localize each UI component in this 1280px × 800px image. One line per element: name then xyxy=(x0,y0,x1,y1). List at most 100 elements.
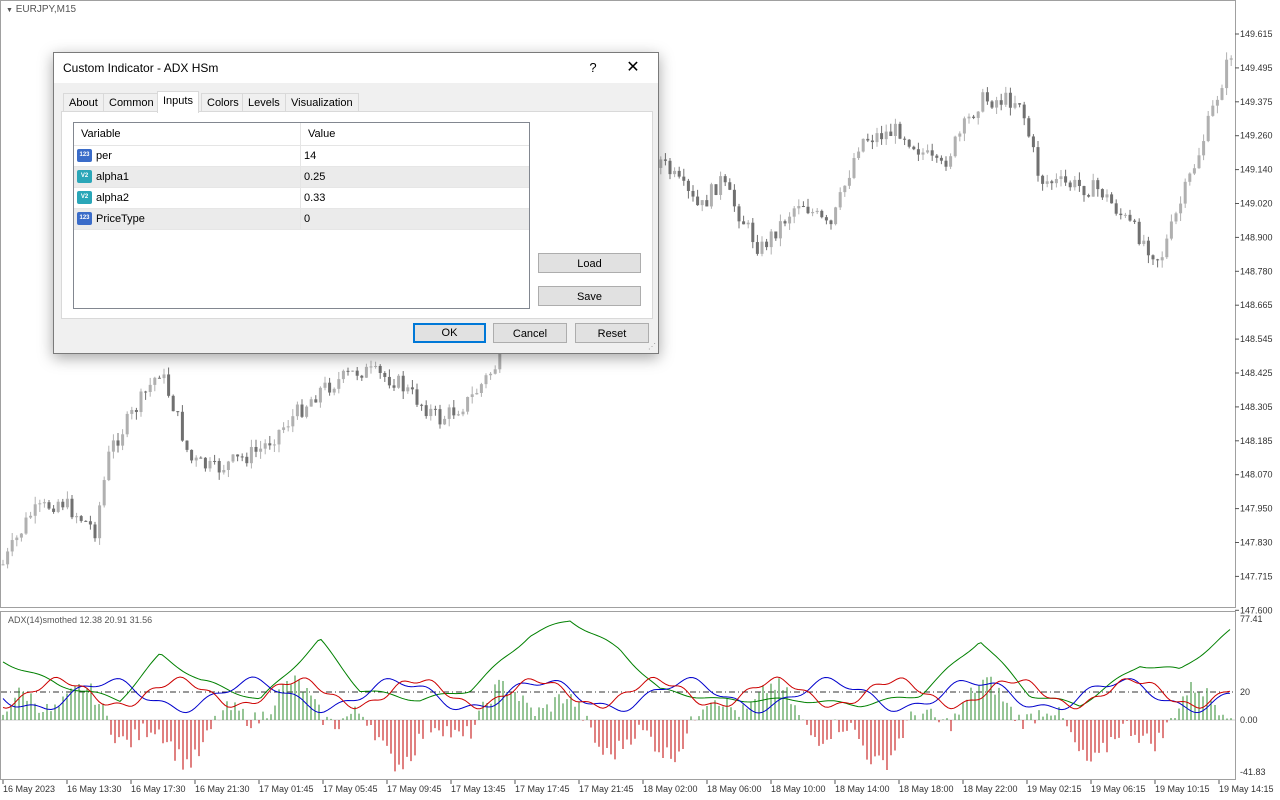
candle-body xyxy=(677,170,681,177)
candle-body xyxy=(470,394,474,397)
time-label: 18 May 14:00 xyxy=(835,784,890,794)
candle-body xyxy=(788,216,792,224)
candle-body xyxy=(452,407,456,416)
integer-icon: 123 xyxy=(77,149,92,162)
candle-body xyxy=(1169,221,1173,239)
tab-colors[interactable]: Colors xyxy=(201,93,245,112)
candle-body xyxy=(139,391,143,413)
time-label: 16 May 21:30 xyxy=(195,784,250,794)
candle-body xyxy=(990,101,994,108)
close-icon[interactable]: ✕ xyxy=(620,57,646,79)
candle-body xyxy=(240,456,244,458)
candle-body xyxy=(254,446,258,452)
candle-body xyxy=(1027,118,1031,137)
candle-body xyxy=(337,379,341,389)
table-row[interactable]: 123 PriceType 0 xyxy=(74,209,529,230)
tab-levels[interactable]: Levels xyxy=(242,93,286,112)
load-button[interactable]: Load xyxy=(538,253,641,273)
ok-button[interactable]: OK xyxy=(413,323,486,343)
time-label: 18 May 22:00 xyxy=(963,784,1018,794)
candle-body xyxy=(1054,178,1058,184)
cancel-button[interactable]: Cancel xyxy=(493,323,567,343)
candle-body xyxy=(364,366,368,378)
candle-body xyxy=(705,200,709,207)
resize-grip-icon[interactable]: ⋰ xyxy=(648,342,656,351)
candle-body xyxy=(1128,214,1132,221)
candle-body xyxy=(70,498,74,518)
candle-body xyxy=(162,374,166,379)
candle-body xyxy=(875,133,879,143)
header-variable[interactable]: Variable xyxy=(74,123,121,145)
candle-body xyxy=(751,222,755,243)
table-row[interactable]: V2 alpha1 0.25 xyxy=(74,167,529,188)
candle-body xyxy=(314,399,318,403)
row-divider xyxy=(300,167,301,187)
candle-body xyxy=(144,391,148,393)
candle-body xyxy=(222,469,226,473)
candle-body xyxy=(10,540,14,552)
candle-body xyxy=(484,375,488,385)
time-label: 17 May 17:45 xyxy=(515,784,570,794)
candle-body xyxy=(769,231,773,248)
candle-body xyxy=(1031,136,1035,148)
candle-body xyxy=(410,387,414,390)
candle-body xyxy=(1188,173,1192,182)
candle-body xyxy=(493,369,497,374)
indicator-label: 20 xyxy=(1240,687,1250,697)
candle-body xyxy=(47,502,51,509)
candle-body xyxy=(15,537,19,541)
tab-common[interactable]: Common xyxy=(103,93,160,112)
row-variable: PriceType xyxy=(96,213,145,225)
candle-body xyxy=(134,409,138,413)
candle-body xyxy=(291,416,295,427)
help-button[interactable]: ? xyxy=(580,57,606,79)
candle-body xyxy=(185,440,189,450)
price-label: 148.665 xyxy=(1240,300,1273,310)
candle-body xyxy=(203,457,207,469)
candle-body xyxy=(723,176,727,183)
candle-body xyxy=(116,440,120,446)
candle-body xyxy=(783,221,787,224)
grid-header: Variable Value xyxy=(74,123,529,146)
candle-body xyxy=(1160,257,1164,261)
candle-body xyxy=(259,448,263,452)
row-value[interactable]: 0 xyxy=(304,209,310,229)
price-label: 147.950 xyxy=(1240,504,1273,514)
candle-body xyxy=(79,516,83,521)
inputs-grid[interactable]: Variable Value 123 per 14 V2 alpha1 0.25… xyxy=(73,122,530,309)
candle-body xyxy=(157,377,161,379)
dialog-titlebar[interactable]: Custom Indicator - ADX HSm ? ✕ xyxy=(54,53,658,83)
table-row[interactable]: V2 alpha2 0.33 xyxy=(74,188,529,209)
candle-body xyxy=(1096,180,1100,190)
candle-body xyxy=(249,446,253,464)
tab-visualization[interactable]: Visualization xyxy=(285,93,359,112)
row-value[interactable]: 0.33 xyxy=(304,188,325,208)
candle-body xyxy=(415,389,419,405)
time-label: 18 May 10:00 xyxy=(771,784,826,794)
candle-body xyxy=(461,411,465,415)
candle-body xyxy=(838,192,842,208)
candle-body xyxy=(323,382,327,388)
row-variable: alpha1 xyxy=(96,171,130,183)
header-value[interactable]: Value xyxy=(301,123,335,145)
tab-inputs[interactable]: Inputs xyxy=(157,91,199,113)
row-value[interactable]: 14 xyxy=(304,146,316,166)
candle-body xyxy=(1192,168,1196,174)
candle-body xyxy=(438,409,442,425)
time-label: 19 May 02:15 xyxy=(1027,784,1082,794)
tab-about[interactable]: About xyxy=(63,93,104,112)
candle-body xyxy=(1174,213,1178,222)
candle-body xyxy=(944,160,948,167)
candle-body xyxy=(1206,115,1210,142)
row-value[interactable]: 0.25 xyxy=(304,167,325,187)
candle-body xyxy=(806,206,810,214)
time-label: 17 May 01:45 xyxy=(259,784,314,794)
candle-body xyxy=(801,206,805,208)
reset-button[interactable]: Reset xyxy=(575,323,649,343)
table-row[interactable]: 123 per 14 xyxy=(74,146,529,167)
candle-body xyxy=(406,387,410,392)
candle-body xyxy=(332,388,336,393)
candle-body xyxy=(38,503,42,505)
save-button[interactable]: Save xyxy=(538,286,641,306)
chevron-down-icon[interactable]: ▼ xyxy=(6,7,13,14)
